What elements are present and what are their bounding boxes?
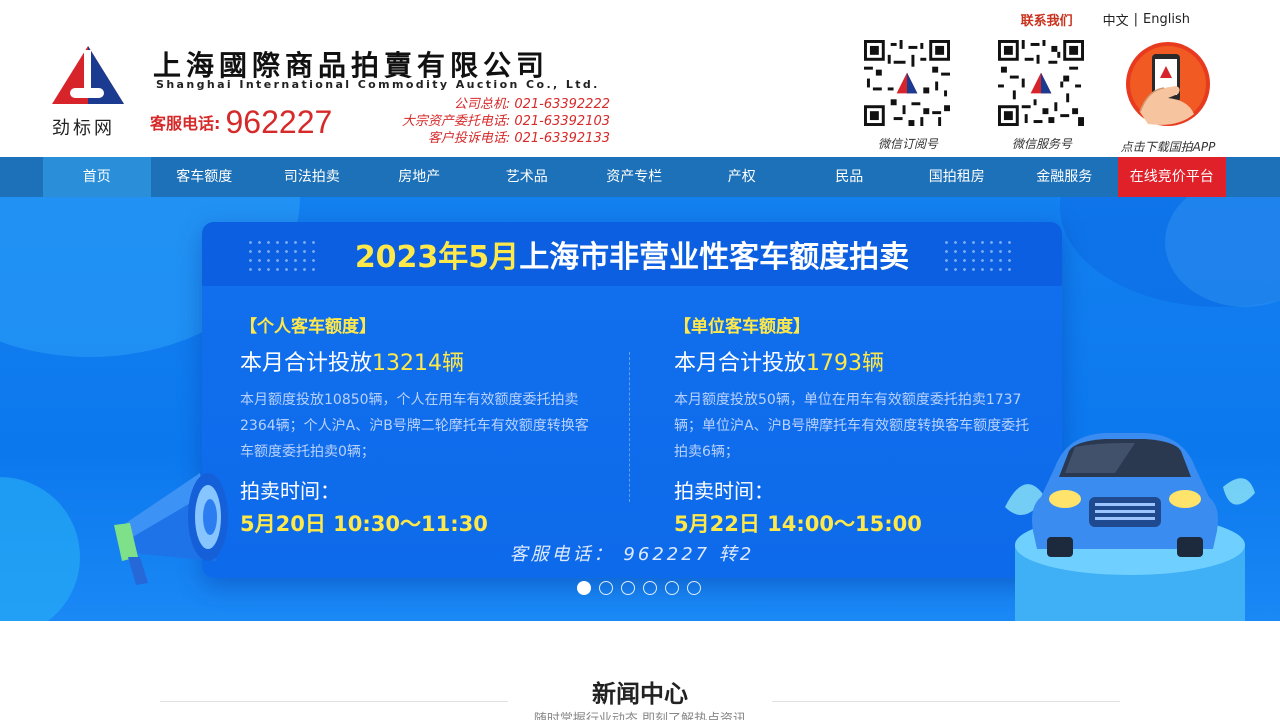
personal-quota-total: 本月合计投放13214辆 (240, 345, 630, 377)
banner-service-phone: 客服电话： 962227 转2 (509, 544, 755, 565)
slide-dot-4[interactable] (643, 581, 657, 595)
personal-time-label: 拍卖时间： (240, 479, 340, 503)
contact-us-link[interactable]: 联系我们 (1021, 10, 1073, 29)
company-total-value: 1793辆 (806, 351, 885, 376)
nav-item-car-quota[interactable]: 客车额度 (151, 157, 259, 197)
banner-blob (0, 477, 80, 621)
site-logo[interactable]: 劲标网 (50, 44, 130, 140)
nav-item-online-bidding[interactable]: 在线竞价平台 (1118, 157, 1226, 197)
personal-quota-desc: 本月额度投放10850辆，个人在用车有效额度委托拍卖2364辆；个人沪A、沪B号… (240, 392, 589, 460)
personal-quota-column: 【个人客车额度】 本月合计投放13214辆 本月额度投放10850辆，个人在用车… (240, 312, 630, 538)
company-quota-total: 本月合计投放1793辆 (674, 345, 1062, 377)
slide-dot-2[interactable] (599, 581, 613, 595)
service-hotline-number: 962227 (225, 104, 333, 140)
app-download-caption: 点击下载国拍APP (1120, 140, 1216, 154)
service-hotline: 客服电话: 962227 (150, 104, 332, 141)
main-nav: 首页 客车额度 司法拍卖 房地产 艺术品 资产专栏 产权 民品 国拍租房 金融服… (0, 157, 1280, 197)
hero-banner[interactable]: 2023年5月上海市非营业性客车额度拍卖 【个人客车额度】 本月合计投放1321… (0, 197, 1280, 621)
company-quota-desc: 本月额度投放50辆，单位在用车有效额度委托拍卖1737辆；单位沪A、沪B号牌摩托… (674, 392, 1030, 460)
personal-total-value: 13214辆 (372, 351, 465, 376)
car-icon (1005, 433, 1255, 621)
qr-caption: 微信订阅号 (877, 137, 938, 151)
nav-item-property-rights[interactable]: 产权 (688, 157, 796, 197)
personal-quota-tag: 【个人客车额度】 (240, 317, 376, 337)
top-bar: 联系我们 中文 | English (1021, 10, 1190, 29)
nav-item-finance[interactable]: 金融服务 (1011, 157, 1119, 197)
wechat-subscription-qr[interactable]: 微信订阅号 (864, 40, 952, 152)
slide-dot-3[interactable] (621, 581, 635, 595)
news-section-subtitle: 随时掌握行业动态 即刻了解热点资讯 (533, 712, 747, 720)
qr-caption: 微信服务号 (1011, 137, 1072, 151)
banner-title-date: 2023年5月 (354, 240, 520, 275)
qr-code-icon (998, 40, 1084, 126)
lang-english-link[interactable]: English (1143, 12, 1190, 27)
app-download-link[interactable]: 点击下载国拍APP (1118, 42, 1218, 155)
qr-code-icon (864, 40, 950, 126)
company-name-en: Shanghai International Commodity Auction… (156, 78, 600, 91)
mobile-app-icon (1126, 42, 1210, 126)
banner-title-text: 上海市非营业性客车额度拍卖 (519, 240, 910, 275)
personal-time-value: 5月20日 10:30～11:30 (240, 512, 488, 536)
column-divider (629, 352, 630, 502)
banner-pager (577, 581, 701, 595)
personal-total-prefix: 本月合计投放 (240, 351, 373, 376)
nav-item-home[interactable]: 首页 (43, 157, 151, 197)
nav-item-judicial-auction[interactable]: 司法拍卖 (258, 157, 366, 197)
logo-text: 劲标网 (52, 118, 115, 139)
wechat-service-qr[interactable]: 微信服务号 (998, 40, 1086, 152)
nav-item-assets[interactable]: 资产专栏 (581, 157, 689, 197)
nav-item-real-estate[interactable]: 房地产 (366, 157, 474, 197)
news-section-title: 新闻中心 (592, 680, 688, 708)
phone-line-complaint: 客户投诉电话: 021-63392133 (427, 131, 610, 146)
slide-dot-5[interactable] (665, 581, 679, 595)
logo-triangle-icon (52, 46, 124, 104)
nav-item-art[interactable]: 艺术品 (473, 157, 581, 197)
phone-line-asset: 大宗资产委托电话: 021-63392103 (401, 114, 610, 129)
phone-list: 公司总机: 021-63392222 大宗资产委托电话: 021-6339210… (340, 96, 610, 147)
company-quota-tag: 【单位客车额度】 (674, 317, 810, 337)
nav-item-rental[interactable]: 国拍租房 (903, 157, 1011, 197)
lang-chinese-link[interactable]: 中文 (1103, 10, 1129, 29)
service-hotline-label: 客服电话: (150, 114, 221, 133)
company-total-prefix: 本月合计投放 (674, 351, 807, 376)
auction-info-panel: 2023年5月上海市非营业性客车额度拍卖 【个人客车额度】 本月合计投放1321… (202, 222, 1062, 578)
nav-item-civil-goods[interactable]: 民品 (796, 157, 904, 197)
phone-line-main: 公司总机: 021-63392222 (453, 97, 610, 112)
slide-dot-6[interactable] (687, 581, 701, 595)
slide-dot-1[interactable] (577, 581, 591, 595)
megaphone-icon (114, 473, 228, 585)
page: 联系我们 中文 | English 劲标网 上海國際商品拍賣有限公司 Shang… (0, 0, 1280, 720)
banner-title: 2023年5月上海市非营业性客车额度拍卖 (202, 232, 1062, 276)
lang-separator: | (1133, 11, 1139, 27)
nav-list: 首页 客车额度 司法拍卖 房地产 艺术品 资产专栏 产权 民品 国拍租房 金融服… (43, 157, 1226, 197)
